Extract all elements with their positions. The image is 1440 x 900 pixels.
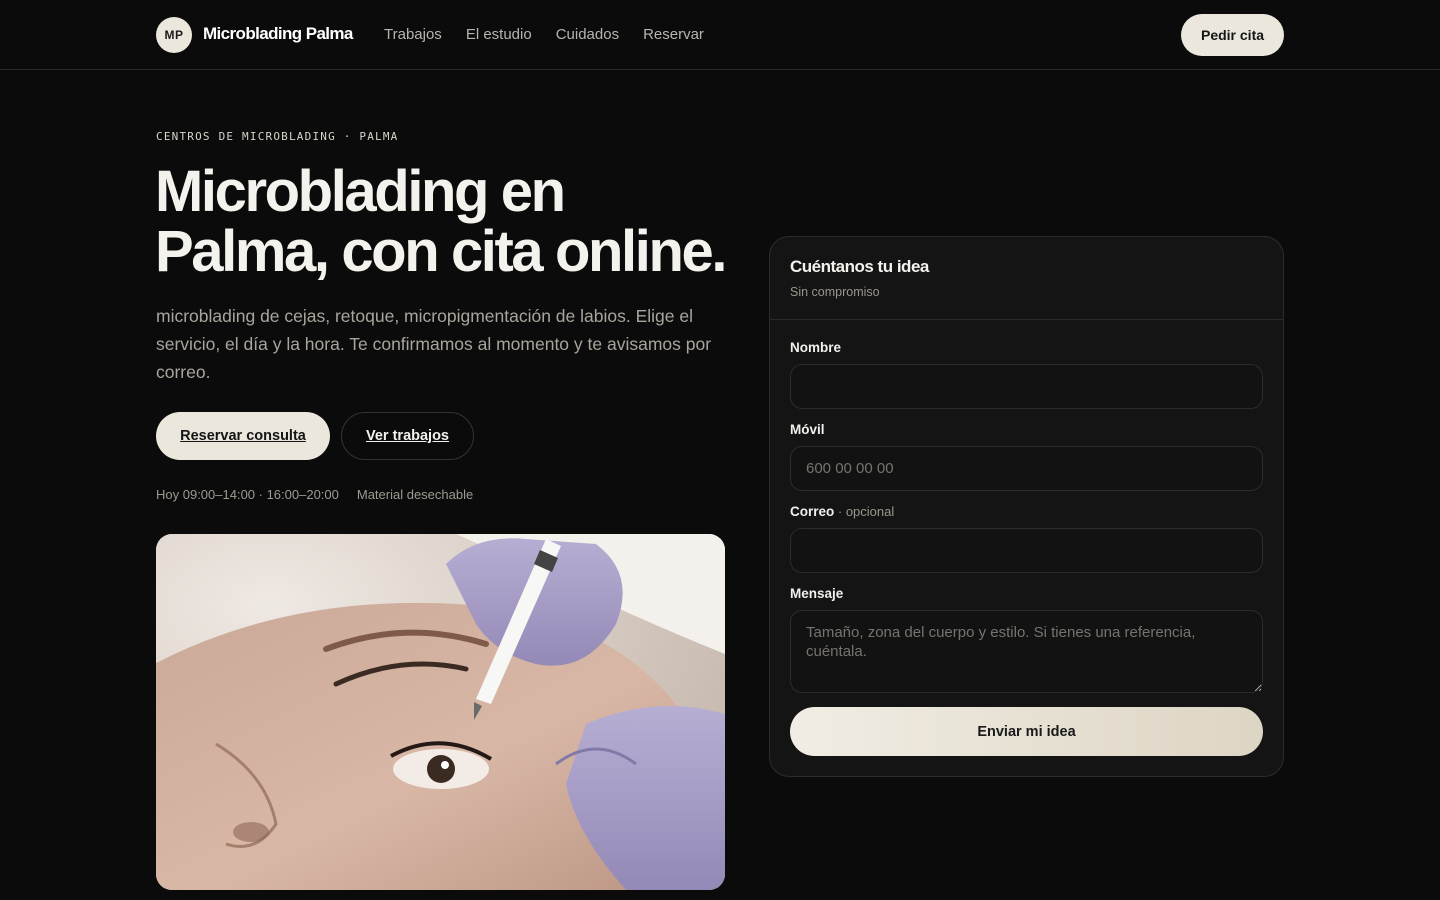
form-title: Cuéntanos tu idea — [790, 257, 929, 276]
message-textarea[interactable] — [790, 610, 1263, 693]
message-label: Mensaje — [790, 586, 844, 601]
nav-link-reservar[interactable]: Reservar — [643, 26, 704, 43]
hero-eyebrow: CENTROS DE MICROBLADING · PALMA — [156, 130, 399, 143]
nav-link-cuidados[interactable]: Cuidados — [556, 26, 619, 43]
email-input[interactable] — [790, 528, 1263, 573]
mobile-label: Móvil — [790, 422, 825, 437]
name-input[interactable] — [790, 364, 1263, 409]
main-nav: Trabajos El estudio Cuidados Reservar — [384, 26, 704, 43]
inquiry-form-card: Cuéntanos tu idea Sin compromiso Nombre … — [769, 236, 1284, 777]
hero-lead: microblading de cejas, retoque, micropig… — [156, 306, 712, 382]
book-consultation-button[interactable]: Reservar consulta — [156, 412, 330, 460]
microblading-procedure-image — [156, 534, 725, 890]
book-appointment-button[interactable]: Pedir cita — [1181, 14, 1284, 56]
nav-link-trabajos[interactable]: Trabajos — [384, 26, 442, 43]
form-header: Cuéntanos tu idea Sin compromiso — [770, 237, 1283, 320]
submit-idea-button[interactable]: Enviar mi idea — [790, 707, 1263, 756]
opening-hours: Hoy 09:00–14:00 · 16:00–20:00 — [156, 487, 339, 502]
email-label: Correo · opcional — [790, 504, 894, 519]
hero-title: Microblading en Palma, con cita online. — [155, 162, 755, 282]
email-label-text: Correo — [790, 504, 835, 519]
form-subtitle: Sin compromiso — [790, 285, 880, 299]
hero-meta: Hoy 09:00–14:00 · 16:00–20:00 Material d… — [156, 487, 473, 502]
hero-title-line-1: Microblading en — [155, 159, 566, 224]
hero-title-line-2: Palma, con cita online. — [155, 219, 727, 284]
view-works-button[interactable]: Ver trabajos — [341, 412, 474, 460]
email-optional-text: · opcional — [834, 504, 895, 519]
brand-name[interactable]: Microblading Palma — [203, 24, 353, 44]
mobile-input[interactable] — [790, 446, 1263, 491]
nav-link-estudio[interactable]: El estudio — [466, 26, 532, 43]
site-header: MP Microblading Palma Trabajos El estudi… — [0, 0, 1440, 70]
disposable-material-note: Material desechable — [356, 487, 474, 502]
logo-badge[interactable]: MP — [156, 17, 192, 53]
hero-photo — [156, 534, 725, 890]
name-label: Nombre — [790, 340, 842, 355]
